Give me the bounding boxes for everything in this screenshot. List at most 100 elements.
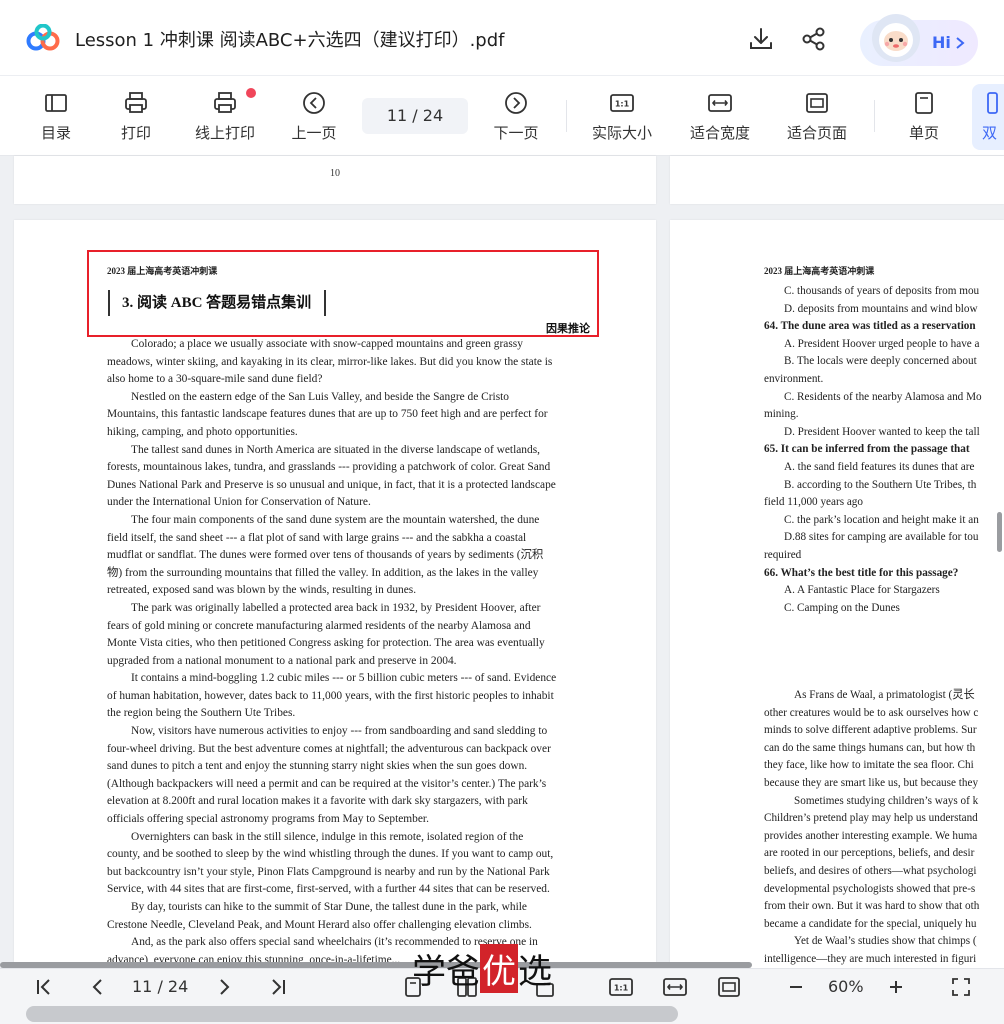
- fit-page-icon: [806, 93, 828, 113]
- watermark-text-3: 选: [518, 952, 552, 992]
- text-line: D. President Hoover wanted to keep the t…: [784, 425, 980, 438]
- watermark-text-1: 学爸: [412, 952, 480, 992]
- text-line: C. thousands of years of deposits from m…: [784, 285, 980, 297]
- print-button[interactable]: 打印: [116, 90, 156, 150]
- text-line: Mountains, this fantastic landscape feat…: [107, 408, 548, 421]
- text-line: mudflat or sandflat. The dunes were form…: [107, 549, 544, 562]
- single-page-button[interactable]: 单页: [904, 90, 944, 150]
- fit-width-small-icon[interactable]: [662, 976, 688, 998]
- text-line: from their own. But it was hard to show …: [764, 900, 980, 913]
- fullscreen-icon[interactable]: [950, 976, 972, 998]
- zoom-in-icon[interactable]: [886, 976, 906, 998]
- text-line: forests, mountainous lakes, tundra, and …: [107, 461, 551, 474]
- watermark-text-2: 优: [480, 944, 518, 993]
- text-line: elevation at 8.200ft and rural location …: [107, 795, 528, 808]
- text-line: The four main components of the sand dun…: [131, 513, 540, 526]
- prev-page-label: 上一页: [291, 124, 337, 142]
- text-line: B. according to the Southern Ute Tribes,…: [784, 478, 977, 491]
- actual-size-small-icon[interactable]: 1:1: [608, 976, 634, 998]
- text-line: fears of gold mining or concrete manufac…: [107, 619, 531, 632]
- text-line: sand dunes to pitch a tent and enjoy the…: [107, 760, 528, 773]
- next-page-button[interactable]: 下一页: [490, 90, 542, 150]
- text-line: provides another interesting example. We…: [764, 829, 978, 842]
- vertical-scrollbar[interactable]: [997, 512, 1002, 552]
- next-page-small-icon[interactable]: [214, 976, 234, 998]
- text-line: required: [764, 548, 802, 561]
- svg-text:1:1: 1:1: [615, 100, 630, 109]
- svg-text:1:1: 1:1: [614, 984, 629, 993]
- double-page-label: 双: [982, 124, 998, 142]
- toolbar-divider: [874, 100, 875, 132]
- bottom-page-indicator[interactable]: 11 / 24: [132, 977, 188, 996]
- question-line: 65. It can be inferred from the passage …: [764, 443, 970, 456]
- text-line: (Although backpackers will need a permit…: [107, 777, 547, 790]
- text-line: can do the same things humans can, but h…: [764, 741, 976, 754]
- text-line: developmental psychologists showed that …: [764, 882, 976, 895]
- toc-icon: [45, 94, 67, 112]
- next-page-label: 下一页: [493, 124, 539, 142]
- text-line: hiking, camping, and photo opportunities…: [107, 425, 298, 438]
- text-line: four-wheel driving. But the best adventu…: [107, 742, 551, 755]
- assistant-label: Hi: [932, 33, 951, 52]
- text-line: The park was originally labelled a prote…: [131, 601, 541, 614]
- fit-width-label: 适合宽度: [689, 124, 750, 142]
- bottom-scrollbar-thumb[interactable]: [26, 1006, 678, 1022]
- question-line: 66. What’s the best title for this passa…: [764, 566, 959, 579]
- text-line: officials offering special astronomy pro…: [107, 813, 429, 826]
- last-page-icon[interactable]: [268, 976, 288, 998]
- fit-page-button[interactable]: 适合页面: [782, 90, 852, 150]
- zoom-level[interactable]: 60%: [828, 977, 864, 996]
- text-line: became a candidate for the special, uniq…: [764, 917, 977, 930]
- section-title: 3. 阅读 ABC 答题易错点集训: [108, 290, 311, 316]
- toc-label: 目录: [40, 124, 71, 142]
- prev-page-small-icon[interactable]: [88, 976, 108, 998]
- share-icon[interactable]: [801, 26, 827, 52]
- single-page-label: 单页: [908, 124, 939, 142]
- fit-width-button[interactable]: 适合宽度: [686, 90, 754, 150]
- page-indicator[interactable]: 11 / 24: [362, 98, 468, 134]
- text-line: It contains a mind-boggling 1.2 cubic mi…: [131, 672, 557, 685]
- text-line: retreated, exposed sand was blown by the…: [107, 584, 417, 597]
- text-line: county, and be soothed to sleep by the w…: [107, 848, 554, 861]
- text-line: Sometimes studying children’s ways of k: [794, 794, 979, 807]
- text-line: C. Camping on the Dunes: [784, 601, 900, 614]
- actual-size-button[interactable]: 1:1 实际大小: [588, 90, 656, 150]
- text-line: Now, visitors have numerous activities t…: [131, 725, 548, 738]
- text-line: Yet de Waal’s studies show that chimps (: [794, 935, 977, 948]
- page-number: 10: [330, 168, 340, 179]
- fit-width-icon: [708, 94, 732, 112]
- online-print-icon: [214, 92, 236, 113]
- online-print-button[interactable]: 线上打印: [190, 90, 260, 150]
- text-line: meadows, winter skiing, and kayaking in …: [107, 355, 553, 368]
- text-line: minds to solve different adaptive proble…: [764, 724, 977, 737]
- text-line: D. deposits from mountains and wind blow: [784, 302, 978, 315]
- download-icon[interactable]: [748, 26, 774, 52]
- online-print-label: 线上打印: [194, 124, 255, 142]
- next-page-icon: [505, 92, 527, 114]
- text-line: field 11,000 years ago: [764, 496, 863, 509]
- text-line: field itself, the sand sheet --- a flat …: [107, 531, 527, 544]
- title-bar-decoration: [324, 290, 326, 316]
- text-line: because they are smart like us, but beca…: [764, 776, 979, 789]
- previous-page-right: [670, 156, 1004, 204]
- text-line: environment.: [764, 372, 824, 385]
- title-bar: Lesson 1 冲刺课 阅读ABC+六选四（建议打印）.pdf Hi: [0, 0, 1004, 76]
- text-line: mining.: [764, 408, 799, 421]
- text-line: A. the sand field features its dunes tha…: [784, 460, 975, 473]
- toc-button[interactable]: 目录: [38, 90, 74, 150]
- fit-page-label: 适合页面: [786, 124, 847, 142]
- printer-icon: [125, 92, 147, 113]
- first-page-icon[interactable]: [34, 976, 54, 998]
- fit-page-small-icon[interactable]: [716, 976, 742, 998]
- passage-text-right: As Frans de Waal, a primatologist (灵长 oth…: [764, 687, 1004, 969]
- assistant-avatar-icon: [872, 14, 920, 62]
- zoom-out-icon[interactable]: [786, 976, 806, 998]
- text-line: C. the park’s location and height make i…: [784, 513, 979, 526]
- text-line: intelligence—they are much interested in…: [764, 952, 977, 965]
- single-page-icon: [915, 92, 933, 114]
- actual-size-icon: 1:1: [610, 94, 634, 112]
- text-line: of human habitation, however, dates back…: [107, 689, 554, 702]
- double-page-tab[interactable]: 双: [982, 90, 1004, 150]
- page-header-right: 2023 届上海高考英语冲刺课: [764, 266, 875, 276]
- prev-page-button[interactable]: 上一页: [288, 90, 340, 150]
